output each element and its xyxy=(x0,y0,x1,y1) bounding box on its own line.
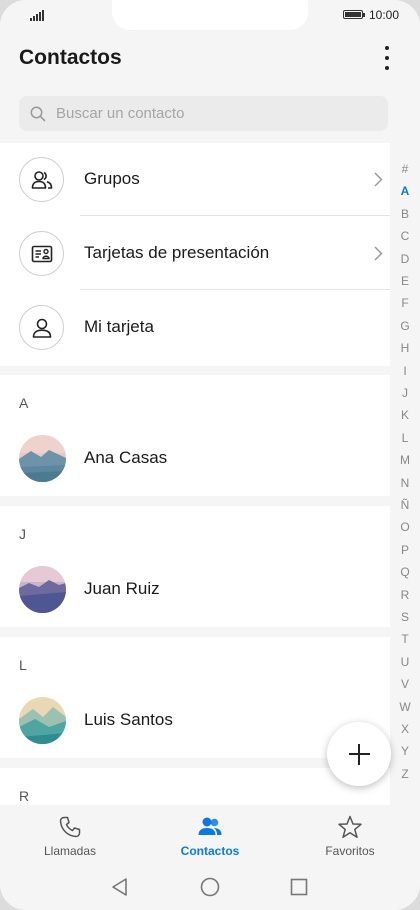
contact-row[interactable]: Juan Ruiz xyxy=(0,553,390,627)
avatar xyxy=(19,435,66,482)
search-input[interactable] xyxy=(56,96,376,131)
index-letter[interactable]: L xyxy=(393,431,417,445)
chevron-right-icon xyxy=(374,172,383,187)
index-letter[interactable]: Ñ xyxy=(393,498,417,512)
contact-name: Ana Casas xyxy=(84,448,168,467)
section-j: J Juan Ruiz xyxy=(0,506,390,627)
person-icon-circle xyxy=(19,305,64,350)
group-icon-circle xyxy=(19,157,64,202)
my-card-row[interactable]: Mi tarjeta xyxy=(0,291,390,365)
index-letter[interactable]: G xyxy=(393,319,417,333)
page-title: Contactos xyxy=(19,46,122,69)
status-time: 10:00 xyxy=(369,8,400,22)
phone-icon xyxy=(59,816,81,838)
contact-name: Juan Ruiz xyxy=(84,579,160,598)
tab-label: Contactos xyxy=(180,844,240,858)
index-letter[interactable]: B xyxy=(393,207,417,221)
groups-row[interactable]: Grupos xyxy=(0,143,390,217)
recents-icon[interactable] xyxy=(289,877,309,897)
bottom-tab-bar: Llamadas Contactos Favoritos xyxy=(0,805,420,863)
section-letter: J xyxy=(19,526,26,542)
home-icon[interactable] xyxy=(199,876,221,898)
contact-row[interactable]: Ana Casas xyxy=(0,422,390,496)
index-letter[interactable]: F xyxy=(393,296,417,310)
add-contact-button[interactable] xyxy=(327,722,391,786)
business-card-icon xyxy=(31,245,53,263)
my-card-label: Mi tarjeta xyxy=(84,317,154,336)
status-bar: 10:00 xyxy=(0,0,420,30)
phone-screen: 10:00 Contactos Grupos xyxy=(0,0,420,910)
divider xyxy=(80,215,390,216)
index-letter[interactable]: Q xyxy=(393,565,417,579)
group-icon xyxy=(31,171,53,189)
tab-label: Llamadas xyxy=(43,844,97,858)
index-letter[interactable]: Z xyxy=(393,767,417,781)
index-letter[interactable]: # xyxy=(393,162,417,176)
avatar xyxy=(19,697,66,744)
search-bar[interactable] xyxy=(19,96,388,131)
index-letter[interactable]: U xyxy=(393,655,417,669)
search-icon xyxy=(30,106,46,122)
section-letter: R xyxy=(19,788,30,804)
index-letter[interactable]: Y xyxy=(393,744,417,758)
star-icon xyxy=(338,815,362,839)
index-letter[interactable]: O xyxy=(393,520,417,534)
system-nav-bar xyxy=(0,863,420,910)
section-letter: L xyxy=(19,657,27,673)
divider xyxy=(80,289,390,290)
index-letter[interactable]: J xyxy=(393,386,417,400)
index-letter[interactable]: P xyxy=(393,543,417,557)
index-letter[interactable]: I xyxy=(393,364,417,378)
section-letter: A xyxy=(19,395,29,411)
avatar xyxy=(19,566,66,613)
business-card-icon-circle xyxy=(19,231,64,276)
back-icon[interactable] xyxy=(110,877,130,897)
index-letter[interactable]: H xyxy=(393,341,417,355)
section-r: R xyxy=(0,768,390,808)
contacts-icon xyxy=(198,817,222,835)
signal-icon xyxy=(30,10,44,21)
tab-favoritos[interactable]: Favoritos xyxy=(290,805,410,863)
camera-notch xyxy=(112,0,308,30)
index-letter[interactable]: W xyxy=(393,700,417,714)
index-letter[interactable]: C xyxy=(393,229,417,243)
menu-card: Grupos Tarjetas de presentación Mi tarje… xyxy=(0,143,390,366)
index-letter[interactable]: R xyxy=(393,588,417,602)
business-cards-row[interactable]: Tarjetas de presentación xyxy=(0,217,390,291)
section-a: A Ana Casas xyxy=(0,375,390,496)
index-letter[interactable]: A xyxy=(393,184,417,198)
index-letter[interactable]: E xyxy=(393,274,417,288)
tab-llamadas[interactable]: Llamadas xyxy=(10,805,130,863)
index-letter[interactable]: X xyxy=(393,722,417,736)
tab-label: Favoritos xyxy=(325,844,375,858)
index-letter[interactable]: K xyxy=(393,408,417,422)
more-options-icon[interactable] xyxy=(372,44,402,72)
index-letter[interactable]: T xyxy=(393,632,417,646)
business-cards-label: Tarjetas de presentación xyxy=(84,243,270,262)
index-letter[interactable]: D xyxy=(393,252,417,266)
index-letter[interactable]: M xyxy=(393,453,417,467)
index-letter[interactable]: V xyxy=(393,677,417,691)
chevron-right-icon xyxy=(374,246,383,261)
index-letter[interactable]: N xyxy=(393,476,417,490)
tab-contactos[interactable]: Contactos xyxy=(150,805,270,863)
index-letter[interactable]: S xyxy=(393,610,417,624)
groups-label: Grupos xyxy=(84,169,140,188)
contact-name: Luis Santos xyxy=(84,710,173,729)
battery-icon xyxy=(343,10,365,19)
person-icon xyxy=(32,318,52,338)
